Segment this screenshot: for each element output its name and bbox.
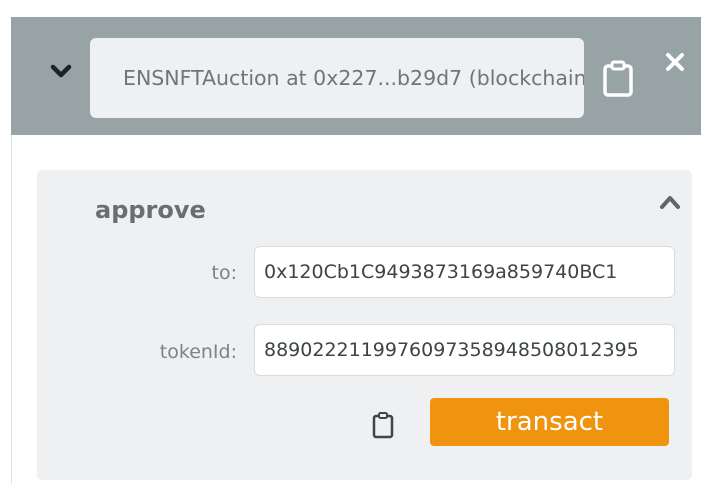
param-label-tokenid: tokenId: [159, 341, 237, 363]
clipboard-icon[interactable] [601, 60, 635, 98]
param-input-tokenid[interactable] [254, 324, 675, 376]
clipboard-icon[interactable] [371, 411, 395, 439]
chevron-up-icon[interactable] [657, 192, 683, 212]
instance-address-label[interactable]: ENSNFTAuction at 0x227...b29d7 (blockcha… [90, 38, 584, 118]
function-name: approve [95, 196, 206, 224]
param-label-to: to: [211, 262, 237, 284]
transact-button[interactable]: transact [430, 398, 669, 446]
close-icon[interactable] [663, 50, 687, 74]
chevron-down-icon[interactable] [48, 58, 74, 84]
panel-border [11, 135, 12, 484]
param-input-to[interactable] [254, 246, 675, 298]
